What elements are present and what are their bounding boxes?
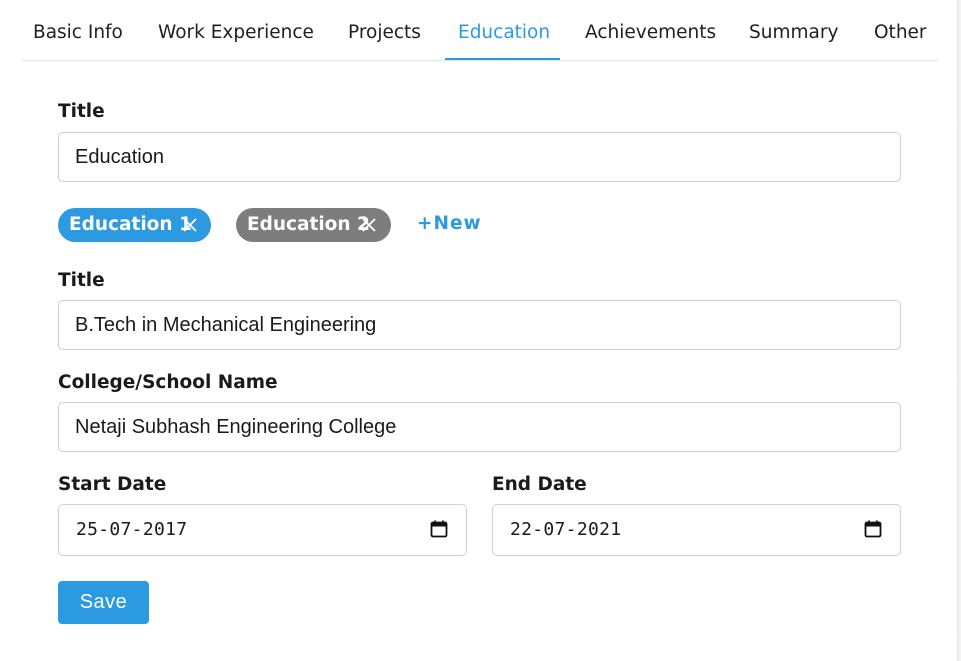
section-title-label: Title (58, 101, 105, 122)
entry-chip-label: Education 1 (69, 214, 192, 235)
end-date-input[interactable]: 22-07-2021 (492, 504, 901, 556)
save-button[interactable]: Save (58, 581, 149, 624)
tab-summary[interactable]: Summary (749, 0, 838, 60)
close-icon[interactable] (182, 217, 198, 233)
degree-title-label: Title (58, 270, 105, 291)
school-name-input[interactable] (58, 402, 901, 452)
start-date-value: 25-07-2017 (76, 519, 188, 540)
panel-edge (957, 0, 961, 661)
tab-basic-info[interactable]: Basic Info (33, 0, 123, 60)
school-name-label: College/School Name (58, 372, 278, 393)
section-title-input[interactable] (58, 132, 901, 182)
entry-chip-education-2[interactable]: Education 2 (236, 208, 391, 242)
tab-projects[interactable]: Projects (348, 0, 421, 60)
entry-chip-label: Education 2 (247, 214, 370, 235)
active-tab-indicator (445, 58, 560, 60)
start-date-label: Start Date (58, 474, 167, 495)
tab-bar: Basic Info Work Experience Projects Educ… (21, 0, 938, 61)
calendar-icon[interactable] (430, 520, 448, 538)
end-date-value: 22-07-2021 (510, 519, 622, 540)
calendar-icon[interactable] (864, 520, 882, 538)
entry-chip-education-1[interactable]: Education 1 (58, 208, 211, 242)
close-icon[interactable] (361, 217, 377, 233)
degree-title-input[interactable] (58, 300, 901, 350)
start-date-input[interactable]: 25-07-2017 (58, 504, 467, 556)
add-entry-button[interactable]: +New (417, 213, 482, 234)
tab-other[interactable]: Other (874, 0, 927, 60)
tab-work-experience[interactable]: Work Experience (158, 0, 314, 60)
end-date-label: End Date (492, 474, 587, 495)
tab-achievements[interactable]: Achievements (585, 0, 716, 60)
tab-education[interactable]: Education (458, 0, 550, 60)
